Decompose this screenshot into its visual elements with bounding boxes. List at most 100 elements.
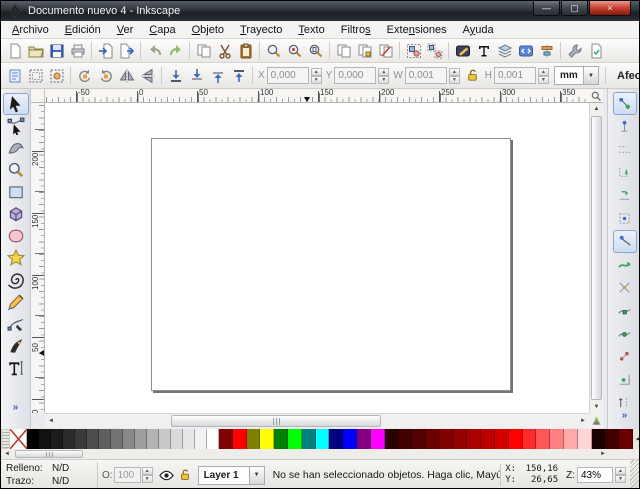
deselect-button[interactable] [46, 65, 67, 86]
color-swatch[interactable] [578, 429, 592, 449]
horizontal-scroll-thumb[interactable] [171, 415, 381, 427]
zoom-selection-button[interactable] [263, 40, 284, 61]
spiral-tool-button[interactable] [3, 269, 29, 291]
snap-nodes-button[interactable] [613, 230, 637, 253]
color-swatch[interactable] [99, 429, 111, 449]
menu-capa[interactable]: Capa [141, 22, 183, 38]
duplicate-button[interactable] [333, 40, 354, 61]
snap-bbox-edges-button[interactable] [613, 138, 637, 161]
edit-copy-button[interactable] [193, 40, 214, 61]
color-swatch[interactable] [495, 429, 509, 449]
color-swatch[interactable] [123, 429, 135, 449]
color-swatch[interactable] [329, 429, 343, 449]
width-input[interactable] [405, 67, 447, 84]
horizontal-scrollbar[interactable]: ◄ ► [45, 413, 589, 428]
color-swatch[interactable] [39, 429, 51, 449]
color-swatch[interactable] [440, 429, 454, 449]
palette-grip[interactable] [2, 430, 9, 448]
flip-horizontal-button[interactable] [116, 65, 137, 86]
snap-bbox-centers-button[interactable] [613, 207, 637, 230]
color-swatch[interactable] [467, 429, 481, 449]
group-button[interactable] [403, 40, 424, 61]
zoom-tool-button[interactable] [3, 159, 29, 181]
pencil-tool-button[interactable] [3, 291, 29, 313]
color-swatch[interactable] [147, 429, 159, 449]
scroll-right-arrow[interactable]: ► [577, 414, 589, 429]
document-save-button[interactable] [46, 40, 67, 61]
edit-undo-button[interactable] [144, 40, 165, 61]
color-swatch[interactable] [233, 429, 247, 449]
color-swatch[interactable] [509, 429, 523, 449]
menu-filtros[interactable]: Filtros [333, 22, 379, 38]
color-swatch[interactable] [481, 429, 495, 449]
layer-selector[interactable]: Layer 1 ▼ [198, 466, 265, 485]
snap-smooth-nodes-button[interactable] [613, 322, 637, 345]
color-swatch[interactable] [398, 429, 412, 449]
color-swatch[interactable] [536, 429, 550, 449]
vertical-scroll-thumb[interactable] [591, 116, 602, 400]
edit-redo-button[interactable] [165, 40, 186, 61]
snap-paths-button[interactable] [613, 253, 637, 276]
ellipse-tool-button[interactable] [3, 225, 29, 247]
color-swatch[interactable] [27, 429, 39, 449]
tweak-tool-button[interactable] [3, 137, 29, 159]
color-swatch[interactable] [550, 429, 564, 449]
scroll-left-arrow[interactable]: ◄ [45, 414, 57, 429]
zoom-spinner[interactable]: ▲▼ [615, 467, 626, 483]
opacity-spinner[interactable]: ▲▼ [142, 467, 153, 483]
menu-trayecto[interactable]: Trayecto [232, 22, 290, 38]
color-swatch[interactable] [343, 429, 357, 449]
star-tool-button[interactable] [3, 247, 29, 269]
color-swatch[interactable] [247, 429, 261, 449]
color-swatch[interactable] [207, 429, 219, 449]
swatch-none[interactable] [10, 429, 27, 449]
color-swatch[interactable] [357, 429, 371, 449]
color-swatch[interactable] [171, 429, 183, 449]
palette-scroll-left-arrow[interactable]: ◄ [1, 451, 13, 457]
snap-bbox-button[interactable] [613, 115, 637, 138]
preferences-button[interactable] [564, 40, 585, 61]
menu-objeto[interactable]: Objeto [184, 22, 232, 38]
document-import-button[interactable] [95, 40, 116, 61]
color-swatch[interactable] [316, 429, 330, 449]
ungroup-button[interactable] [424, 40, 445, 61]
color-swatch[interactable] [51, 429, 63, 449]
color-swatch[interactable] [288, 429, 302, 449]
menu-extensiones[interactable]: Extensiones [379, 22, 455, 38]
fill-stroke-dialog-button[interactable] [452, 40, 473, 61]
color-swatch[interactable] [75, 429, 87, 449]
height-spinner[interactable]: ▲▼ [538, 68, 549, 84]
unlink-clone-button[interactable] [375, 40, 396, 61]
color-swatch[interactable] [63, 429, 75, 449]
color-swatch[interactable] [523, 429, 537, 449]
pen-tool-button[interactable] [3, 313, 29, 335]
zoom-page-button[interactable] [305, 40, 326, 61]
minimize-button[interactable]: — [533, 1, 560, 16]
current-layer[interactable]: Layer 1 [198, 466, 250, 485]
color-swatch[interactable] [159, 429, 171, 449]
maximize-button[interactable]: ▢ [561, 1, 588, 16]
y-input[interactable] [334, 67, 376, 84]
y-spinner[interactable]: ▲▼ [378, 68, 389, 84]
node-tool-button[interactable] [3, 115, 29, 137]
vertical-ruler[interactable]: 200150100500 [31, 103, 45, 413]
text-dialog-button[interactable] [473, 40, 494, 61]
color-swatch[interactable] [426, 429, 440, 449]
raise-top-button[interactable] [228, 65, 249, 86]
color-swatch[interactable] [111, 429, 123, 449]
color-swatch[interactable] [274, 429, 288, 449]
title-bar[interactable]: Documento nuevo 4 - Inkscape — ▢ × [1, 1, 639, 21]
resize-grip[interactable] [630, 460, 639, 489]
unit-dropdown-button[interactable]: ▼ [584, 66, 599, 85]
document-export-button[interactable] [116, 40, 137, 61]
document-print-button[interactable] [67, 40, 88, 61]
text-tool-button[interactable] [3, 357, 29, 379]
edit-paste-button[interactable] [235, 40, 256, 61]
scroll-up-arrow[interactable]: ▲ [594, 103, 600, 115]
color-swatch[interactable] [302, 429, 316, 449]
toolbox-overflow[interactable]: » [1, 402, 30, 413]
color-swatch[interactable] [183, 429, 195, 449]
lock-open-icon[interactable] [462, 65, 483, 86]
lower-button[interactable] [186, 65, 207, 86]
lower-bottom-button[interactable] [165, 65, 186, 86]
